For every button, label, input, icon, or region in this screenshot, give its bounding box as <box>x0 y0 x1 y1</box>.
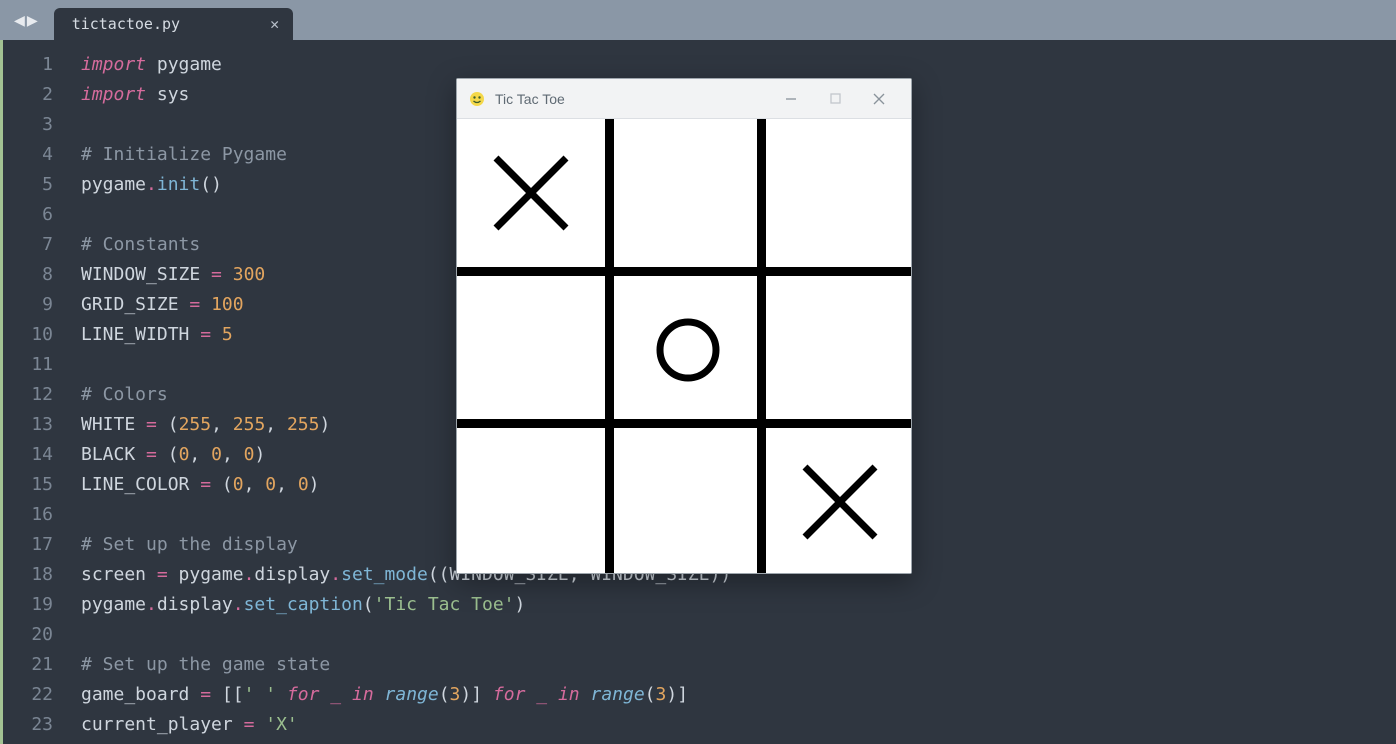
line-number: 14 <box>3 440 53 470</box>
line-number: 17 <box>3 530 53 560</box>
board-cell[interactable] <box>766 276 914 424</box>
code-line: import pygame <box>81 50 1396 80</box>
code-line: game_board = [[' ' for _ in range(3)] fo… <box>81 680 1396 710</box>
line-number: 12 <box>3 380 53 410</box>
code-line <box>81 620 1396 650</box>
line-number: 5 <box>3 170 53 200</box>
line-number: 7 <box>3 230 53 260</box>
line-number: 20 <box>3 620 53 650</box>
tictactoe-board <box>457 119 911 573</box>
board-cell[interactable] <box>766 119 914 267</box>
line-number: 18 <box>3 560 53 590</box>
line-number: 6 <box>3 200 53 230</box>
window-titlebar[interactable]: Tic Tac Toe <box>457 79 911 119</box>
line-number: 9 <box>3 290 53 320</box>
code-line: # Set up the game state <box>81 650 1396 680</box>
code-line: current_player = 'X' <box>81 710 1396 740</box>
editor-tabbar: ◀ ▶ tictactoe.py ✕ <box>0 0 1396 40</box>
board-cell[interactable] <box>457 428 605 576</box>
line-number: 2 <box>3 80 53 110</box>
line-number: 3 <box>3 110 53 140</box>
board-cell[interactable] <box>614 276 762 424</box>
editor-tab[interactable]: tictactoe.py ✕ <box>54 8 293 40</box>
line-number: 4 <box>3 140 53 170</box>
line-number: 15 <box>3 470 53 500</box>
line-number-gutter: 1234567891011121314151617181920212223 <box>3 40 63 744</box>
board-cell[interactable] <box>766 428 914 576</box>
pygame-window: Tic Tac Toe <box>456 78 912 574</box>
mark-x-icon <box>486 148 576 238</box>
tab-filename: tictactoe.py <box>72 15 180 33</box>
line-number: 22 <box>3 680 53 710</box>
line-number: 16 <box>3 500 53 530</box>
line-number: 11 <box>3 350 53 380</box>
board-cell[interactable] <box>457 119 605 267</box>
code-line: pygame.display.set_caption('Tic Tac Toe'… <box>81 590 1396 620</box>
grid-line <box>605 119 614 573</box>
mark-x-icon <box>795 457 885 547</box>
board-cell[interactable] <box>457 276 605 424</box>
line-number: 10 <box>3 320 53 350</box>
window-minimize-button[interactable] <box>769 79 813 119</box>
board-cell[interactable] <box>614 428 762 576</box>
board-cell[interactable] <box>614 119 762 267</box>
line-number: 21 <box>3 650 53 680</box>
mark-o-icon <box>648 310 728 390</box>
line-number: 1 <box>3 50 53 80</box>
window-title: Tic Tac Toe <box>495 91 565 107</box>
tab-nav-arrows: ◀ ▶ <box>8 0 44 40</box>
line-number: 19 <box>3 590 53 620</box>
line-number: 23 <box>3 710 53 740</box>
tab-prev-icon[interactable]: ◀ <box>14 10 25 31</box>
line-number: 13 <box>3 410 53 440</box>
pygame-icon <box>467 89 487 109</box>
tab-close-icon[interactable]: ✕ <box>270 15 279 33</box>
grid-line <box>457 267 911 276</box>
window-maximize-button[interactable] <box>813 79 857 119</box>
window-close-button[interactable] <box>857 79 901 119</box>
line-number: 8 <box>3 260 53 290</box>
tab-next-icon[interactable]: ▶ <box>27 10 38 31</box>
